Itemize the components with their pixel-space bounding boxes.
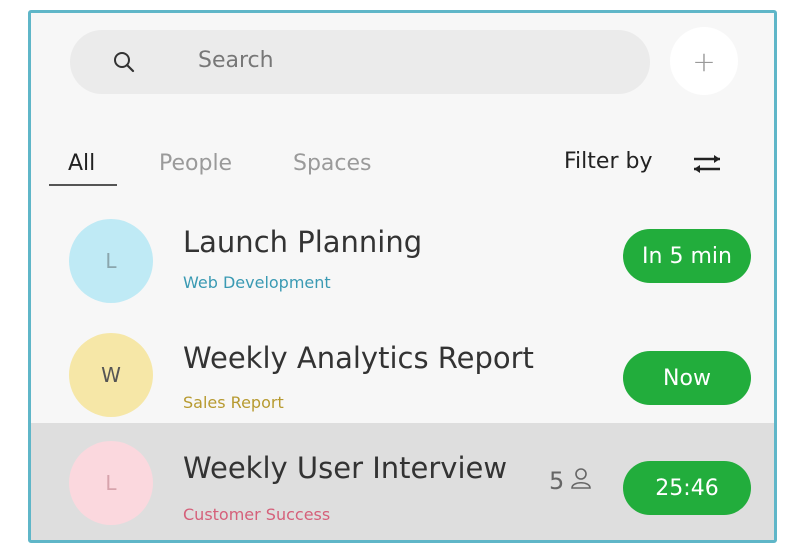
item-subtitle: Customer Success bbox=[183, 505, 331, 524]
filter-sliders-icon[interactable] bbox=[692, 154, 722, 178]
filter-by-button[interactable]: Filter by bbox=[564, 149, 652, 174]
list-item[interactable]: L Launch Planning Web Development In 5 m… bbox=[31, 209, 774, 321]
list-item[interactable]: W Weekly Analytics Report Sales Report N… bbox=[31, 321, 774, 433]
item-title: Launch Planning bbox=[183, 225, 423, 259]
status-label: 25:46 bbox=[655, 475, 719, 501]
tab-all[interactable]: All bbox=[68, 151, 95, 176]
status-label: Now bbox=[663, 365, 711, 391]
avatar-initial: L bbox=[105, 249, 117, 273]
meetings-panel: Search + All People Spaces Filter by L L… bbox=[28, 10, 777, 543]
person-icon bbox=[570, 467, 592, 495]
avatar-initial: W bbox=[101, 363, 121, 387]
avatar-initial: L bbox=[105, 471, 117, 495]
add-button[interactable]: + bbox=[670, 27, 738, 95]
avatar: L bbox=[69, 441, 153, 525]
search-icon bbox=[112, 50, 136, 78]
participant-count-value: 5 bbox=[549, 467, 565, 495]
status-badge[interactable]: 25:46 bbox=[623, 461, 751, 515]
avatar: W bbox=[69, 333, 153, 417]
tab-people[interactable]: People bbox=[159, 151, 232, 176]
search-bar[interactable]: Search bbox=[70, 30, 650, 94]
status-badge[interactable]: Now bbox=[623, 351, 751, 405]
search-placeholder: Search bbox=[198, 48, 274, 73]
item-subtitle: Sales Report bbox=[183, 393, 284, 412]
item-subtitle: Web Development bbox=[183, 273, 331, 292]
list-item[interactable]: L Weekly User Interview Customer Success… bbox=[31, 423, 774, 540]
active-tab-indicator bbox=[49, 184, 117, 186]
participant-count: 5 bbox=[549, 467, 592, 495]
item-title: Weekly User Interview bbox=[183, 451, 508, 485]
status-badge[interactable]: In 5 min bbox=[623, 229, 751, 283]
avatar: L bbox=[69, 219, 153, 303]
tab-spaces[interactable]: Spaces bbox=[293, 151, 372, 176]
plus-icon: + bbox=[692, 44, 716, 78]
status-label: In 5 min bbox=[642, 243, 732, 269]
item-title: Weekly Analytics Report bbox=[183, 341, 534, 375]
